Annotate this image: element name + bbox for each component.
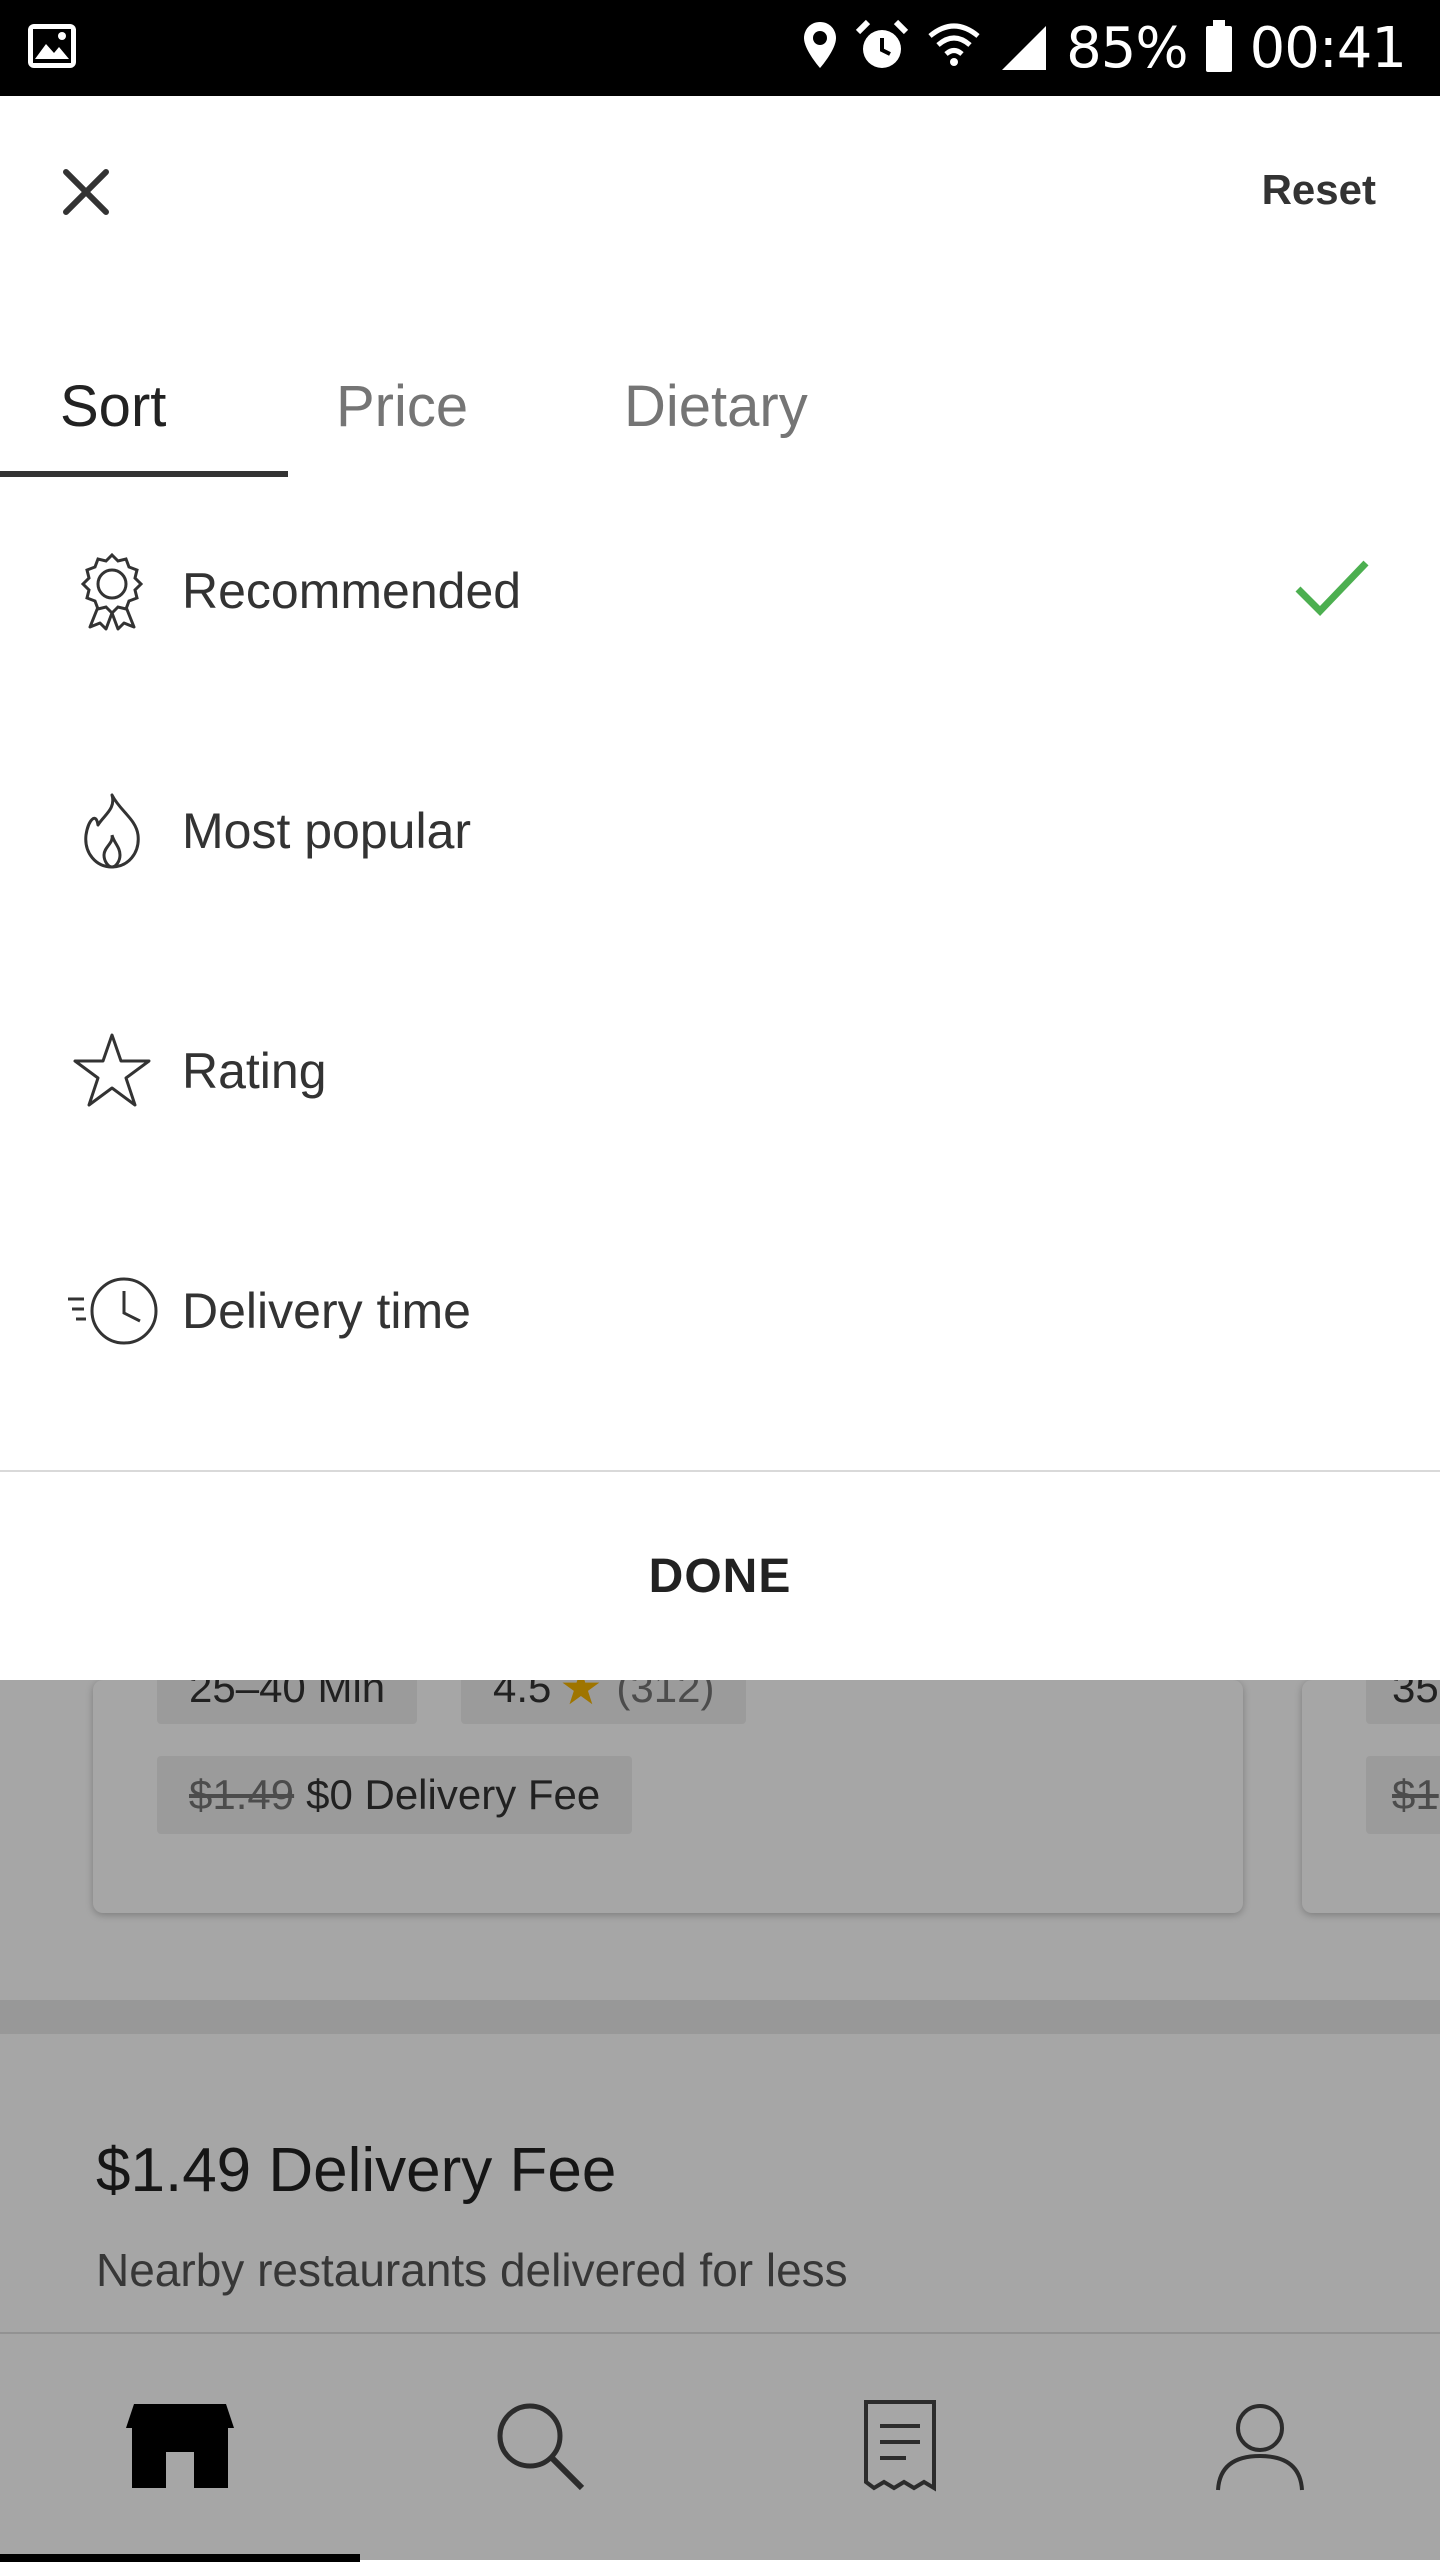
reset-button[interactable]: Reset [1262, 166, 1376, 214]
sort-filter-sheet: Reset Sort Price Dietary Recommended Mos… [0, 96, 1440, 1680]
sort-option-delivery-time[interactable]: Delivery time [0, 1191, 1440, 1431]
option-label: Rating [182, 1043, 327, 1099]
tab-sort[interactable]: Sort [60, 336, 166, 476]
flame-icon [72, 791, 152, 871]
close-icon [62, 168, 110, 221]
gallery-notification-icon [26, 20, 78, 77]
battery-percent: 85% [1066, 15, 1188, 81]
checkmark-icon [1294, 559, 1370, 624]
done-button[interactable]: DONE [0, 1472, 1440, 1680]
sort-option-most-popular[interactable]: Most popular [0, 711, 1440, 951]
wifi-icon [926, 20, 982, 77]
tab-dietary[interactable]: Dietary [624, 336, 808, 476]
status-bar: 85% 00:41 [0, 0, 1440, 96]
award-ribbon-icon [72, 551, 152, 631]
sort-option-recommended[interactable]: Recommended [0, 471, 1440, 711]
signal-icon [998, 20, 1050, 77]
star-icon [72, 1031, 152, 1111]
clock-speed-icon [66, 1271, 162, 1351]
option-label: Most popular [182, 803, 472, 859]
modal-scrim[interactable] [0, 1680, 1440, 2560]
option-label: Recommended [182, 563, 522, 619]
location-icon [802, 20, 838, 77]
filter-tabs: Sort Price Dietary [0, 336, 1440, 476]
close-button[interactable] [50, 158, 122, 230]
option-label: Delivery time [182, 1283, 471, 1339]
alarm-icon [854, 18, 910, 79]
clock: 00:41 [1249, 15, 1407, 81]
tab-price[interactable]: Price [336, 336, 468, 476]
battery-icon [1204, 18, 1234, 79]
sort-option-rating[interactable]: Rating [0, 951, 1440, 1191]
